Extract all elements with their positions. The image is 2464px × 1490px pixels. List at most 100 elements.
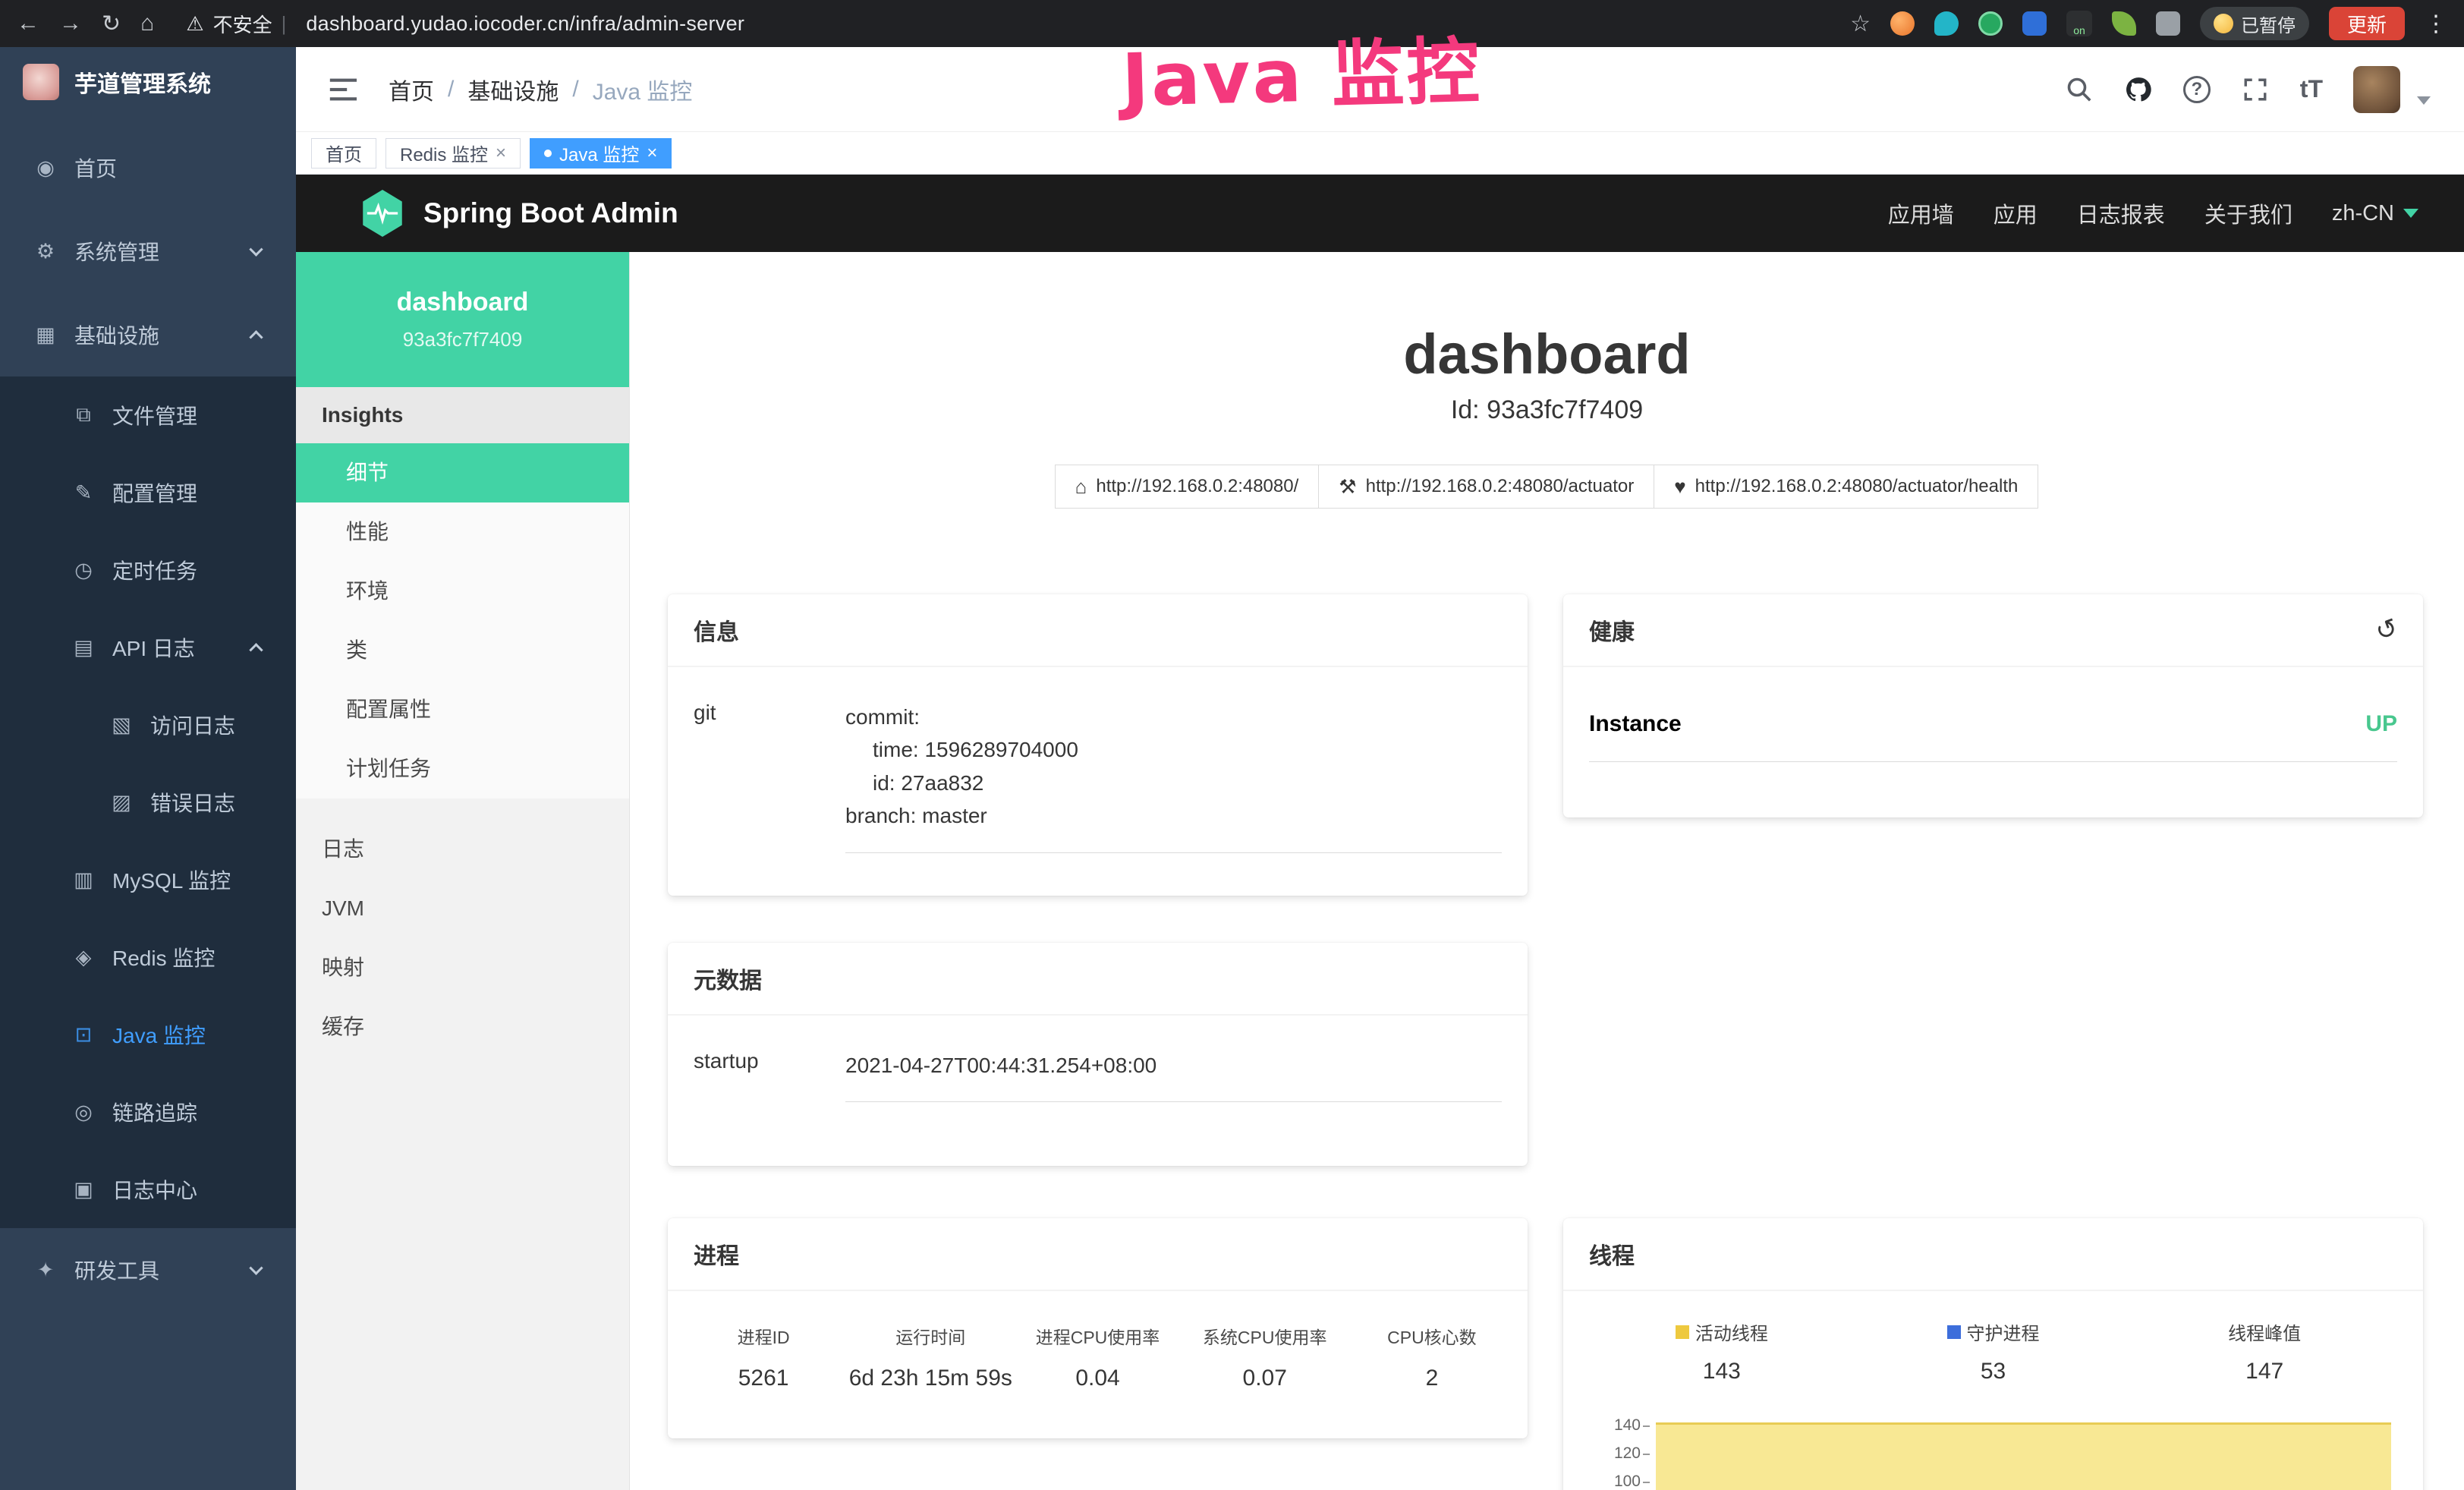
breadcrumb-home[interactable]: 首页 <box>389 73 434 106</box>
sba-logo-icon[interactable] <box>361 190 404 237</box>
address-bar-url[interactable]: dashboard.yudao.iocoder.cn/infra/admin-s… <box>306 12 744 36</box>
sba-language-select[interactable]: zh-CN <box>2332 201 2418 226</box>
sba-group-insights: Insights <box>296 387 629 443</box>
java-monitor-icon: ⊡ <box>70 1023 97 1047</box>
legend-value: 147 <box>2129 1359 2400 1384</box>
sidebar-item-config-management[interactable]: ✎ 配置管理 <box>0 454 296 531</box>
process-col-system-cpu: 系统CPU使用率 0.07 <box>1182 1323 1348 1391</box>
sba-header: Spring Boot Admin 应用墙 应用 日志报表 关于我们 zh-CN <box>296 175 2464 252</box>
extension-drop-icon[interactable] <box>1934 11 1959 36</box>
sidebar-item-redis-monitor[interactable]: ◈ Redis 监控 <box>0 918 296 996</box>
history-icon[interactable]: ↺ <box>2371 612 2402 647</box>
sidebar-item-dev-tools[interactable]: ✦ 研发工具 <box>0 1228 296 1312</box>
sba-item-classes[interactable]: 类 <box>296 621 629 680</box>
back-icon[interactable]: ← <box>17 11 39 36</box>
y-axis-tick: 140 <box>1586 1416 1641 1435</box>
legend-peak-threads: 线程峰值 147 <box>2129 1318 2400 1384</box>
breadcrumb-infrastructure[interactable]: 基础设施 <box>467 73 559 106</box>
sba-item-caches[interactable]: 缓存 <box>296 997 629 1057</box>
metadata-card-body: startup 2021-04-27T00:44:31.254+08:00 <box>668 1016 1528 1102</box>
site-security-info[interactable]: ⚠ 不安全 | <box>186 10 286 38</box>
sba-item-logs[interactable]: 日志 <box>296 820 629 879</box>
sidebar-menu: ◉ 首页 ⚙ 系统管理 ▦ 基础设施 ⧉ 文件管理 ✎ 配置管理 ◷ 定时任务 <box>0 117 296 1312</box>
sidebar-item-error-logs[interactable]: ▨ 错误日志 <box>0 764 296 841</box>
sidebar-item-scheduled-tasks[interactable]: ◷ 定时任务 <box>0 531 296 609</box>
chevron-down-icon <box>2403 209 2418 218</box>
sidebar-item-label: Redis 监控 <box>112 942 215 972</box>
sba-nav-journal[interactable]: 日志报表 <box>2077 197 2165 229</box>
font-size-icon[interactable]: tT <box>2300 75 2323 103</box>
info-card: 信息 git commit: time: 1596289704000 id: 2… <box>668 594 1528 896</box>
metadata-value: 2021-04-27T00:44:31.254+08:00 <box>845 1049 1502 1102</box>
fullscreen-icon[interactable] <box>2241 75 2270 104</box>
sba-item-jvm[interactable]: JVM <box>296 879 629 938</box>
tab-home[interactable]: 首页 <box>311 138 376 169</box>
browser-menu-icon[interactable]: ⋮ <box>2425 11 2447 37</box>
extension-switch-on-icon[interactable]: on <box>2066 11 2092 36</box>
profile-paused-chip[interactable]: 已暂停 <box>2200 7 2309 40</box>
search-icon[interactable] <box>2065 75 2094 104</box>
info-key: git <box>694 701 845 853</box>
profile-avatar-icon <box>2214 14 2233 33</box>
process-value: 6d 23h 15m 59s <box>847 1366 1014 1391</box>
instance-block[interactable]: dashboard 93a3fc7f7409 <box>296 252 629 387</box>
gear-icon: ⚙ <box>32 240 59 263</box>
tab-java-monitor[interactable]: Java 监控 × <box>530 138 672 169</box>
chrome-update-button[interactable]: 更新 <box>2329 7 2405 40</box>
sba-item-environment[interactable]: 环境 <box>296 562 629 621</box>
info-line: commit: <box>845 701 1502 733</box>
metadata-card-header: 元数据 <box>668 943 1528 1016</box>
sidebar-item-trace[interactable]: ◎ 链路追踪 <box>0 1073 296 1151</box>
close-icon[interactable]: × <box>496 143 506 164</box>
metadata-key: startup <box>694 1049 845 1102</box>
sidebar-item-api-logs[interactable]: ▤ API 日志 <box>0 609 296 686</box>
browser-home-icon[interactable]: ⌂ <box>140 11 154 36</box>
sba-item-performance[interactable]: 性能 <box>296 502 629 562</box>
extensions-puzzle-icon[interactable] <box>2156 11 2180 36</box>
legend-value: 53 <box>1858 1359 2129 1384</box>
infrastructure-icon: ▦ <box>32 323 59 347</box>
sidebar-item-access-logs[interactable]: ▧ 访问日志 <box>0 686 296 764</box>
pencil-icon: ✎ <box>70 481 97 505</box>
sidebar-item-file-management[interactable]: ⧉ 文件管理 <box>0 376 296 454</box>
bookmark-star-icon[interactable]: ☆ <box>1850 11 1871 37</box>
sba-nav-about[interactable]: 关于我们 <box>2204 197 2292 229</box>
avatar-caret-icon[interactable] <box>2417 96 2431 105</box>
extension-leaf-icon[interactable] <box>2112 11 2136 36</box>
log-icon: ▤ <box>70 636 97 660</box>
sba-nav-applications[interactable]: 应用 <box>1994 197 2038 229</box>
sidebar-item-infrastructure[interactable]: ▦ 基础设施 <box>0 293 296 376</box>
legend-label: 守护进程 <box>1967 1318 2040 1345</box>
instance-id: 93a3fc7f7409 <box>296 328 629 351</box>
sba-item-config-props[interactable]: 配置属性 <box>296 680 629 739</box>
sidebar-item-log-center[interactable]: ▣ 日志中心 <box>0 1151 296 1228</box>
sidebar-item-java-monitor[interactable]: ⊡ Java 监控 <box>0 996 296 1073</box>
instance-actuator-link[interactable]: ⚒ http://192.168.0.2:48080/actuator <box>1318 465 1654 509</box>
app-logo-row[interactable]: 芋道管理系统 <box>0 47 296 117</box>
sidebar-item-mysql-monitor[interactable]: ▥ MySQL 监控 <box>0 841 296 918</box>
legend-daemon-threads: 守护进程 53 <box>1858 1318 2129 1384</box>
sidebar-item-home[interactable]: ◉ 首页 <box>0 126 296 209</box>
forward-icon[interactable]: → <box>59 11 82 36</box>
sba-title[interactable]: Spring Boot Admin <box>423 197 678 229</box>
instance-home-link[interactable]: ⌂ http://192.168.0.2:48080/ <box>1055 465 1320 509</box>
sba-nav-wallboard[interactable]: 应用墙 <box>1888 197 1954 229</box>
help-icon[interactable]: ? <box>2183 76 2211 103</box>
close-icon[interactable]: × <box>647 143 657 164</box>
sidebar-item-system-management[interactable]: ⚙ 系统管理 <box>0 209 296 293</box>
sba-item-details[interactable]: 细节 <box>296 443 629 502</box>
sidebar-item-label: 研发工具 <box>74 1255 159 1285</box>
divider: | <box>282 12 287 36</box>
extension-green-circle-icon[interactable] <box>1978 11 2003 36</box>
extension-orange-icon[interactable] <box>1890 11 1915 36</box>
extension-grid-icon[interactable] <box>2022 11 2047 36</box>
hamburger-icon[interactable] <box>329 77 360 102</box>
tab-redis-monitor[interactable]: Redis 监控 × <box>385 138 521 169</box>
legend-label: 线程峰值 <box>2228 1318 2301 1345</box>
github-icon[interactable] <box>2124 75 2153 104</box>
user-avatar[interactable] <box>2353 66 2400 113</box>
reload-icon[interactable]: ↻ <box>102 11 121 37</box>
sba-item-mappings[interactable]: 映射 <box>296 938 629 997</box>
instance-health-link[interactable]: ♥ http://192.168.0.2:48080/actuator/heal… <box>1654 465 2038 509</box>
sba-item-scheduled-tasks[interactable]: 计划任务 <box>296 739 629 799</box>
